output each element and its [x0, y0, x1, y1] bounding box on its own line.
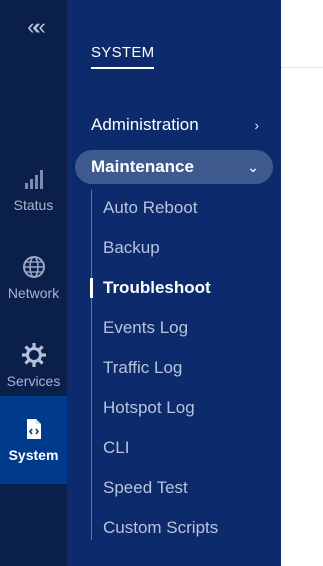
chevron-down-icon: ⌄ — [247, 158, 259, 175]
submenu-events-log[interactable]: Events Log — [103, 316, 273, 340]
menu-label: Maintenance — [91, 157, 194, 176]
rail-item-system[interactable]: System — [0, 396, 67, 484]
globe-icon — [22, 256, 45, 278]
submenu-guide-line — [91, 190, 92, 540]
submenu-troubleshoot[interactable]: Troubleshoot — [103, 276, 273, 300]
content-header-area — [281, 0, 323, 68]
submenu-cli[interactable]: CLI — [103, 436, 273, 460]
rail-item-label: Status — [13, 197, 54, 213]
active-submenu-indicator — [90, 278, 93, 298]
rail-item-label: Network — [7, 285, 60, 301]
collapse-sidebar-button[interactable]: «« — [0, 0, 67, 54]
rail-item-network[interactable]: Network — [0, 234, 67, 322]
submenu-traffic-log[interactable]: Traffic Log — [103, 356, 273, 380]
chevron-right-icon: › — [254, 117, 259, 133]
submenu-custom-scripts[interactable]: Custom Scripts — [103, 516, 273, 540]
menu-maintenance[interactable]: Maintenance ⌄ — [75, 150, 273, 184]
menu-administration[interactable]: Administration › — [75, 108, 273, 142]
rail-item-status[interactable]: Status — [0, 146, 67, 234]
submenu-backup[interactable]: Backup — [103, 236, 273, 260]
rail-item-label: Services — [6, 373, 61, 389]
gear-icon — [21, 343, 46, 367]
submenu-speed-test[interactable]: Speed Test — [103, 476, 273, 500]
system-file-icon — [26, 419, 41, 439]
menu-label: Administration — [91, 115, 199, 134]
section-title: SYSTEM — [91, 44, 155, 69]
submenu-hotspot-log[interactable]: Hotspot Log — [103, 396, 273, 420]
rail-item-label: System — [8, 447, 59, 463]
submenu-auto-reboot[interactable]: Auto Reboot — [103, 196, 273, 220]
icon-rail: «« Status Network Services System — [0, 0, 67, 566]
signal-bars-icon — [24, 170, 43, 189]
